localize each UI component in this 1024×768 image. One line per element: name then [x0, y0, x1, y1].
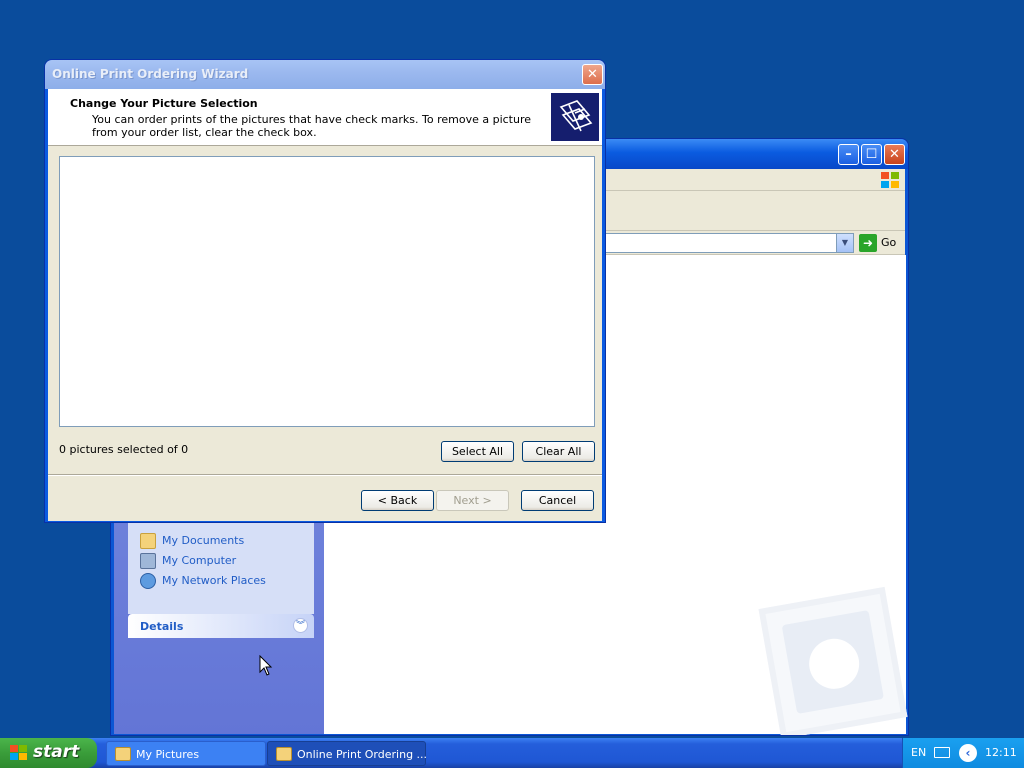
keyboard-icon[interactable]	[934, 747, 950, 758]
print-wizard-dialog: Online Print Ordering Wizard ✕ Change Yo…	[44, 59, 606, 523]
mouse-cursor-icon	[259, 655, 273, 676]
details-section-header[interactable]: Details ︾	[128, 614, 314, 638]
minimize-button[interactable]: –	[838, 144, 859, 165]
wizard-title: Online Print Ordering Wizard	[52, 67, 249, 81]
place-label: My Computer	[162, 554, 237, 567]
wizard-separator	[48, 474, 602, 476]
pictures-folder-icon	[115, 747, 131, 761]
wizard-body: Change Your Picture Selection You can or…	[48, 89, 602, 521]
place-label: My Documents	[162, 534, 245, 547]
address-dropdown-icon[interactable]: ▼	[836, 234, 853, 252]
computer-icon	[140, 553, 156, 569]
start-label: start	[33, 742, 80, 762]
back-button[interactable]: < Back	[361, 490, 434, 511]
system-tray: EN ‹ 12:11	[902, 738, 1024, 768]
address-input[interactable]: ▼	[604, 233, 854, 253]
place-label: My Network Places	[162, 574, 266, 587]
taskbar-item-my-pictures[interactable]: My Pictures	[106, 741, 266, 766]
show-hidden-icons-icon[interactable]: ‹	[959, 744, 977, 762]
taskbar-item-label: Online Print Ordering ...	[297, 748, 428, 761]
windows-flag-icon	[10, 745, 27, 760]
cancel-button[interactable]: Cancel	[521, 490, 594, 511]
details-label: Details	[140, 620, 184, 633]
clear-all-button[interactable]: Clear All	[522, 441, 595, 462]
place-my-network-places[interactable]: My Network Places	[140, 572, 310, 590]
taskbar: start My Pictures Online Print Ordering …	[0, 738, 1024, 768]
next-button[interactable]: Next >	[436, 490, 509, 511]
go-label: Go	[881, 236, 897, 249]
selection-count: 0 pictures selected of 0	[59, 443, 189, 456]
folder-icon	[140, 533, 156, 549]
taskbar-item-print-wizard[interactable]: Online Print Ordering ...	[267, 741, 428, 766]
watermark-frame	[781, 610, 884, 714]
wizard-close-button[interactable]: ✕	[582, 64, 603, 85]
taskbar-item-label: My Pictures	[136, 748, 200, 761]
windows-logo-icon	[881, 172, 899, 188]
chevron-down-icon[interactable]: ︾	[293, 618, 308, 633]
place-my-computer[interactable]: My Computer	[140, 552, 310, 570]
select-all-button[interactable]: Select All	[441, 441, 514, 462]
wizard-header: Change Your Picture Selection You can or…	[48, 89, 602, 146]
network-icon	[140, 573, 156, 589]
maximize-button[interactable]: ☐	[861, 144, 882, 165]
language-indicator[interactable]: EN	[911, 746, 926, 759]
wizard-titlebar[interactable]: Online Print Ordering Wizard ✕	[45, 60, 605, 89]
pictures-watermark-icon	[758, 586, 908, 735]
wizard-step-description: You can order prints of the pictures tha…	[92, 113, 532, 139]
other-places-panel: My Documents My Computer My Network Plac…	[128, 522, 314, 614]
start-button[interactable]: start	[0, 738, 97, 768]
picture-selection-list[interactable]	[59, 156, 595, 427]
go-arrow-icon: ➜	[859, 234, 877, 252]
watermark-circle	[805, 634, 864, 693]
close-button[interactable]: ✕	[884, 144, 905, 165]
go-button[interactable]: ➜ Go	[859, 234, 903, 252]
print-wizard-icon	[551, 93, 599, 141]
place-my-documents[interactable]: My Documents	[140, 532, 310, 550]
folder-icon	[276, 747, 292, 761]
wizard-step-title: Change Your Picture Selection	[70, 97, 258, 110]
clock[interactable]: 12:11	[985, 746, 1017, 759]
